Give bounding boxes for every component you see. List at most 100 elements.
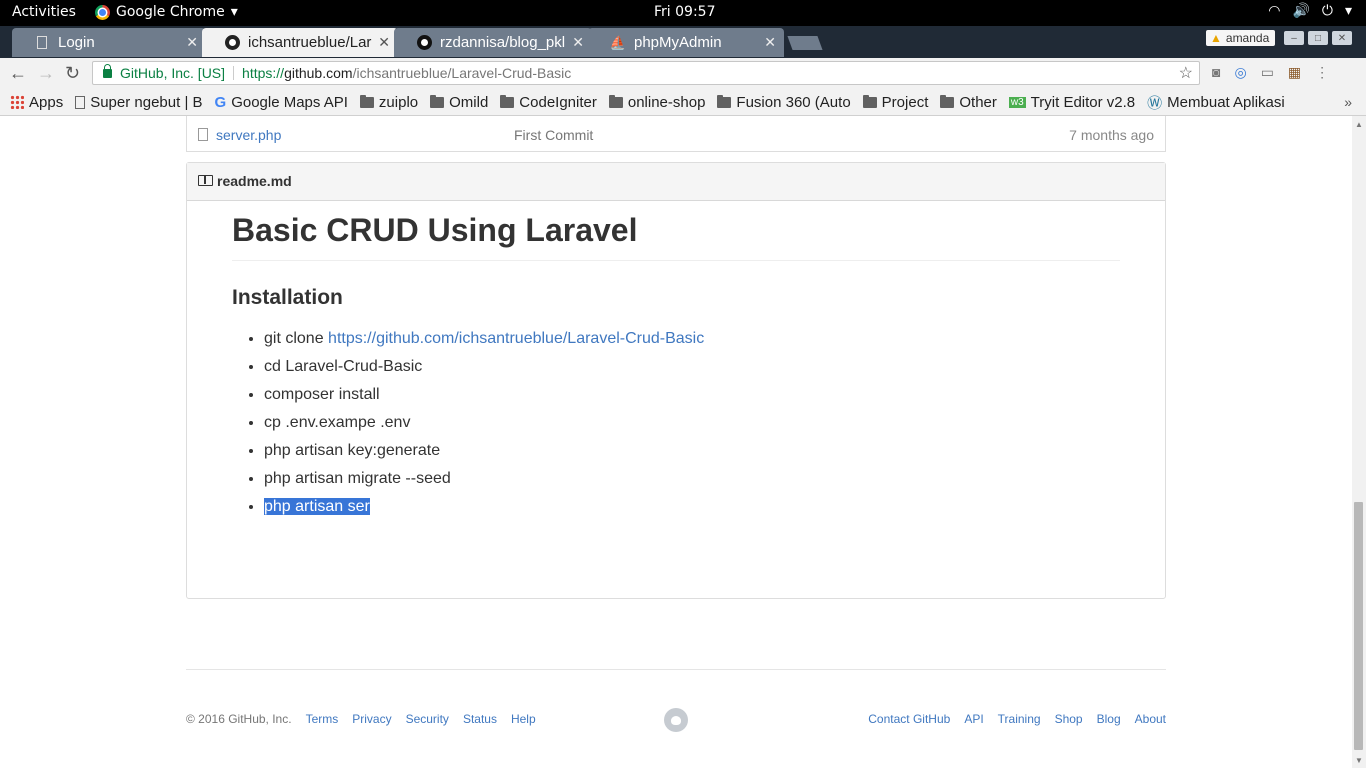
footer-left: © 2016 GitHub, Inc. Terms Privacy Securi… [186, 712, 536, 726]
cast-icon[interactable]: ▭ [1261, 64, 1274, 81]
folder-icon [717, 94, 732, 108]
commit-message-link[interactable]: First Commit [514, 127, 593, 143]
close-icon[interactable]: ✕ [378, 34, 390, 51]
google-icon: G [214, 93, 227, 111]
activities-button[interactable]: Activities [12, 4, 76, 20]
footer-link-blog[interactable]: Blog [1097, 712, 1121, 726]
scroll-down-arrow-icon[interactable]: ▼ [1355, 756, 1363, 765]
close-icon[interactable]: ✕ [186, 34, 198, 51]
ev-certificate-label[interactable]: GitHub, Inc. [US] [120, 65, 225, 81]
close-window-icon[interactable]: ✕ [1332, 31, 1352, 45]
footer-link-training[interactable]: Training [998, 712, 1041, 726]
tab-blog-pkl[interactable]: rzdannisa/blog_pkl ✕ [394, 28, 592, 57]
bookmark-folder[interactable]: Project [862, 93, 929, 111]
w3-icon: w3 [1008, 96, 1026, 108]
readme-content: Basic CRUD Using Laravel Installation gi… [232, 210, 1120, 521]
footer-right: Contact GitHub API Training Shop Blog Ab… [868, 712, 1166, 726]
selected-text[interactable]: php artisan ser [264, 498, 370, 515]
footer-link-privacy[interactable]: Privacy [352, 712, 391, 726]
tab-github-repo[interactable]: ichsantrueblue/Lara ✕ [202, 28, 398, 57]
bookmarks-bar: Apps Super ngebut | B G Google Maps API … [0, 89, 1366, 116]
system-tray[interactable]: ◠ 🔊 ⏻ ▾ [1268, 3, 1352, 19]
list-item: composer install [264, 381, 1120, 409]
bookmark-folder[interactable]: Fusion 360 (Auto [717, 94, 851, 111]
bookmark-label: Apps [29, 93, 64, 111]
footer-link-api[interactable]: API [964, 712, 983, 726]
new-tab-button[interactable] [787, 36, 823, 50]
tab-title: Login [58, 34, 95, 51]
bookmark-folder[interactable]: online-shop [608, 93, 706, 111]
footer-divider [186, 669, 1166, 670]
file-icon [198, 128, 208, 141]
bookmark-folder[interactable]: zuiplo [359, 94, 418, 111]
footer-link-help[interactable]: Help [511, 712, 536, 726]
app-menu[interactable]: Google Chrome ▾ [95, 4, 238, 20]
bookmark-item[interactable]: Super ngebut | B [75, 94, 203, 111]
bookmark-item[interactable]: Ⓦ Membuat Aplikasi [1147, 92, 1285, 113]
reload-icon[interactable]: ↻ [65, 63, 80, 84]
bookmark-item[interactable]: w3 Tryit Editor v2.8 [1008, 94, 1135, 111]
back-arrow-icon[interactable]: ← [9, 63, 27, 84]
folder-icon [862, 94, 877, 108]
bookmark-label: Project [881, 93, 929, 111]
scrollbar-thumb[interactable] [1354, 502, 1363, 750]
maximize-icon[interactable]: □ [1308, 31, 1328, 45]
clock[interactable]: Fri 09:57 [654, 4, 715, 20]
github-logo-icon[interactable] [664, 708, 688, 732]
bookmark-label: online-shop [627, 93, 706, 111]
footer-link-terms[interactable]: Terms [306, 712, 339, 726]
list-item: php artisan ser [264, 493, 1120, 521]
power-icon: ⏻ [1321, 3, 1333, 19]
bookmark-item[interactable]: G Google Maps API [215, 94, 348, 111]
menu-kebab-icon[interactable]: ⋮ [1315, 64, 1329, 81]
readme-title: Basic CRUD Using Laravel [232, 210, 1120, 261]
bookmark-folder[interactable]: Other [940, 94, 997, 111]
tab-phpmyadmin[interactable]: ⛵ phpMyAdmin ✕ [588, 28, 784, 57]
footer-link-status[interactable]: Status [463, 712, 497, 726]
url-host: github.com [284, 65, 353, 81]
bookmark-folder[interactable]: CodeIgniter [500, 94, 597, 111]
extension-icon[interactable]: ▦ [1288, 64, 1301, 81]
folder-icon [430, 94, 445, 108]
list-item: php artisan key:generate [264, 437, 1120, 465]
app-name: Google Chrome [116, 4, 225, 20]
profile-button[interactable]: ▲ amanda [1206, 30, 1276, 46]
minimize-icon[interactable]: – [1284, 31, 1304, 45]
more-bookmarks-icon[interactable]: » [1344, 94, 1352, 110]
lock-icon [103, 63, 112, 78]
chrome-icon [95, 4, 110, 20]
installation-heading: Installation [232, 286, 343, 309]
list-item: cd Laravel-Crud-Basic [264, 353, 1120, 381]
footer-link-security[interactable]: Security [406, 712, 449, 726]
camera-icon[interactable]: ◙ [1212, 64, 1220, 81]
close-icon[interactable]: ✕ [572, 34, 584, 51]
bookmark-folder[interactable]: Omild [430, 94, 488, 111]
footer-link-shop[interactable]: Shop [1055, 712, 1083, 726]
folder-icon [500, 94, 515, 108]
close-icon[interactable]: ✕ [764, 34, 776, 51]
extension-sync-icon[interactable]: ◎ [1234, 64, 1246, 81]
tab-title: phpMyAdmin [634, 34, 722, 51]
repo-link[interactable]: https://github.com/ichsantrueblue/Larave… [328, 330, 704, 347]
footer-link-about[interactable]: About [1135, 712, 1166, 726]
commit-age: 7 months ago [1069, 127, 1154, 143]
scroll-up-arrow-icon[interactable]: ▲ [1355, 120, 1363, 129]
step-text: git clone [264, 330, 329, 347]
phpmyadmin-icon: ⛵ [609, 34, 627, 50]
file-name-link[interactable]: server.php [216, 127, 281, 143]
extensions-area: ◙ ◎ ▭ ▦ ⋮ [1212, 64, 1329, 81]
window-controls: – □ ✕ [1284, 31, 1352, 45]
bookmark-label: CodeIgniter [519, 93, 597, 111]
bookmark-star-icon[interactable]: ☆ [1179, 63, 1193, 83]
footer-link-contact[interactable]: Contact GitHub [868, 712, 950, 726]
file-row[interactable]: server.php First Commit 7 months ago [186, 116, 1166, 152]
wifi-icon: ◠ [1268, 3, 1281, 19]
folder-icon [608, 94, 623, 108]
url-protocol: https:// [242, 65, 285, 81]
page-icon [75, 95, 86, 109]
bookmark-apps[interactable]: Apps [10, 94, 63, 111]
address-bar[interactable]: GitHub, Inc. [US] https:// github.com /i… [92, 61, 1200, 85]
forward-arrow-icon[interactable]: → [37, 63, 55, 84]
tab-login[interactable]: Login ✕ [12, 28, 206, 57]
site-footer: © 2016 GitHub, Inc. Terms Privacy Securi… [186, 708, 1166, 732]
